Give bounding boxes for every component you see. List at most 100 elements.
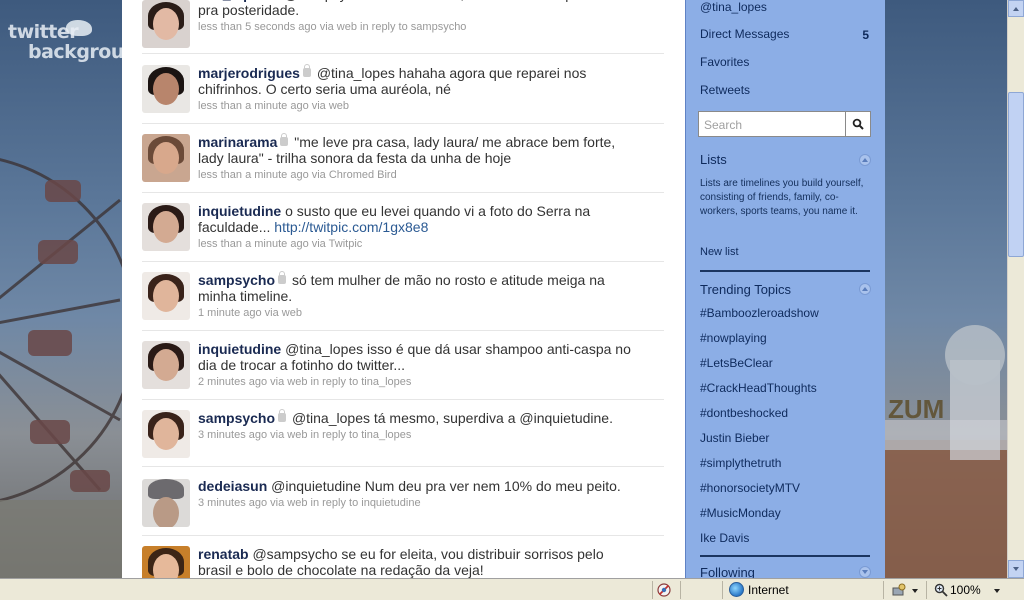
- scroll-thumb[interactable]: [1008, 92, 1024, 257]
- sidebar-retweets-link[interactable]: Retweets: [700, 83, 750, 97]
- trend-link[interactable]: #simplythetruth: [700, 456, 781, 470]
- avatar[interactable]: [142, 272, 190, 320]
- trend-link[interactable]: #honorsocietyMTV: [700, 481, 800, 495]
- collapse-up-icon[interactable]: [859, 154, 871, 166]
- avatar[interactable]: [142, 546, 190, 578]
- tweet-meta[interactable]: 2 minutes ago via web in reply to tina_l…: [198, 376, 638, 389]
- trend-link[interactable]: Justin Bieber: [700, 431, 769, 445]
- tweet-content: @sampsycho Na minha tbm, vou até dar um …: [198, 0, 635, 18]
- tweet-username[interactable]: inquietudine: [198, 203, 281, 219]
- expand-down-icon[interactable]: [859, 566, 871, 578]
- avatar[interactable]: [142, 341, 190, 389]
- tweet-username[interactable]: sampsycho: [198, 410, 275, 426]
- lock-icon: [278, 270, 287, 284]
- divider: [883, 581, 884, 599]
- tweet-meta[interactable]: 1 minute ago via web: [198, 307, 638, 320]
- tweet-item: tina_lopes @sampsycho Na minha tbm, vou …: [142, 0, 664, 54]
- avatar[interactable]: [142, 479, 190, 527]
- trend-link[interactable]: #dontbeshocked: [700, 406, 788, 420]
- tweet-text: marinarama "me leve pra casa, lady laura…: [198, 132, 638, 166]
- tweet-text: dedeiasun @inquietudine Num deu pra ver …: [198, 478, 638, 494]
- tweet-text: tina_lopes @sampsycho Na minha tbm, vou …: [198, 0, 638, 18]
- lists-description: Lists are timelines you build yourself, …: [700, 178, 864, 217]
- chevron-down-icon[interactable]: [912, 589, 918, 593]
- tweet-text: renatab @sampsycho se eu for eleita, vou…: [198, 546, 638, 578]
- tweet-meta[interactable]: less than 5 seconds ago via web in reply…: [198, 21, 638, 34]
- security-zone-label: Internet: [748, 583, 789, 597]
- tweet-item: inquietudine o susto que eu levei quando…: [142, 193, 664, 262]
- tweet-item: sampsycho só tem mulher de mão no rosto …: [142, 262, 664, 331]
- tweet-username[interactable]: marinarama: [198, 134, 277, 150]
- scroll-down-button[interactable]: [1008, 560, 1024, 578]
- tweet-meta[interactable]: 3 minutes ago via web in reply to inquie…: [198, 497, 638, 510]
- tweet-meta[interactable]: 3 minutes ago via web in reply to tina_l…: [198, 429, 638, 442]
- lock-icon: [278, 408, 287, 422]
- svg-text:ZUM: ZUM: [888, 394, 944, 424]
- tweet-username[interactable]: renatab: [198, 546, 249, 562]
- trend-link[interactable]: #LetsBeClear: [700, 356, 773, 370]
- search-input[interactable]: Search: [698, 111, 846, 137]
- tweet-item: marjerodrigues @tina_lopes hahaha agora …: [142, 55, 664, 124]
- divider: [680, 581, 681, 599]
- lists-heading: Lists: [700, 152, 727, 167]
- scroll-up-button[interactable]: [1008, 0, 1024, 17]
- vertical-scrollbar[interactable]: [1007, 0, 1024, 578]
- tweet-item: renatab @sampsycho se eu for eleita, vou…: [142, 536, 664, 578]
- search-button[interactable]: [846, 111, 871, 137]
- tweet-text: sampsycho só tem mulher de mão no rosto …: [198, 270, 638, 304]
- tweet-meta[interactable]: less than a minute ago via Chromed Bird: [198, 169, 638, 182]
- tweet-item: marinarama "me leve pra casa, lady laura…: [142, 124, 664, 193]
- browser-status-bar: Internet 100%: [0, 578, 1024, 600]
- divider: [700, 270, 870, 272]
- tweet-timeline: tina_lopes @sampsycho Na minha tbm, vou …: [122, 0, 685, 578]
- tweet-content: @sampsycho se eu for eleita, vou distrib…: [198, 546, 604, 578]
- divider: [700, 555, 870, 557]
- chevron-down-icon[interactable]: [994, 589, 1000, 593]
- sidebar: @tina_lopes Direct Messages 5 Favorites …: [685, 0, 885, 578]
- zoom-icon[interactable]: [934, 583, 948, 597]
- trend-link[interactable]: #MusicMonday: [700, 506, 781, 520]
- tweet-text: sampsycho @tina_lopes tá mesmo, superdiv…: [198, 408, 638, 426]
- following-heading: Following: [700, 565, 755, 578]
- trending-topics-heading: Trending Topics: [700, 282, 792, 297]
- sidebar-direct-messages-link[interactable]: Direct Messages: [700, 27, 789, 41]
- divider: [926, 581, 927, 599]
- trend-link[interactable]: #CrackHeadThoughts: [700, 381, 817, 395]
- protected-mode-icon[interactable]: [891, 583, 907, 597]
- tweet-content: @tina_lopes tá mesmo, superdiva a @inqui…: [291, 410, 613, 426]
- avatar[interactable]: [142, 134, 190, 182]
- tweet-item: inquietudine @tina_lopes isso é que dá u…: [142, 331, 664, 400]
- new-list-link[interactable]: New list: [700, 246, 739, 258]
- lock-icon: [280, 132, 289, 146]
- direct-messages-count: 5: [862, 28, 869, 42]
- zoom-level[interactable]: 100%: [950, 583, 981, 597]
- divider: [652, 581, 653, 599]
- tweet-item: dedeiasun @inquietudine Num deu pra ver …: [142, 467, 664, 536]
- tweet-username[interactable]: inquietudine: [198, 341, 281, 357]
- tweet-link[interactable]: http://twitpic.com/1gx8e8: [274, 219, 428, 235]
- privacy-icon[interactable]: [656, 582, 672, 598]
- search-icon: [852, 118, 864, 130]
- sidebar-mentions-link[interactable]: @tina_lopes: [700, 0, 767, 14]
- lock-icon: [302, 63, 311, 77]
- avatar[interactable]: [142, 203, 190, 251]
- sidebar-favorites-link[interactable]: Favorites: [700, 55, 749, 69]
- tweet-text: inquietudine o susto que eu levei quando…: [198, 203, 638, 235]
- avatar[interactable]: [142, 410, 190, 458]
- trend-link[interactable]: #Bamboozleroadshow: [700, 306, 819, 320]
- tweet-username[interactable]: marjerodrigues: [198, 65, 300, 81]
- tweet-meta[interactable]: less than a minute ago via web: [198, 100, 638, 113]
- trend-link[interactable]: #nowplaying: [700, 331, 767, 345]
- collapse-up-icon[interactable]: [859, 283, 871, 295]
- tweet-item: sampsycho @tina_lopes tá mesmo, superdiv…: [142, 400, 664, 467]
- divider: [722, 581, 723, 599]
- tweet-username[interactable]: dedeiasun: [198, 478, 267, 494]
- tweet-meta[interactable]: less than a minute ago via Twitpic: [198, 238, 638, 251]
- trend-link[interactable]: Ike Davis: [700, 531, 749, 545]
- avatar[interactable]: [142, 65, 190, 113]
- tweet-username[interactable]: sampsycho: [198, 272, 275, 288]
- avatar[interactable]: [142, 0, 190, 48]
- internet-zone-icon: [729, 582, 744, 597]
- tweet-content: @inquietudine Num deu pra ver nem 10% do…: [271, 478, 621, 494]
- tweet-text: marjerodrigues @tina_lopes hahaha agora …: [198, 63, 638, 97]
